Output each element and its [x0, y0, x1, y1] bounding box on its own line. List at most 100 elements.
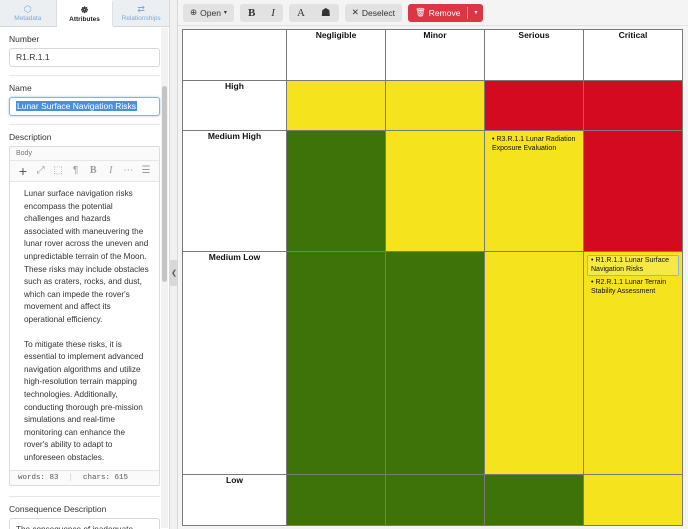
word-count: words: 83	[18, 474, 59, 482]
paragraph-icon[interactable]: ¶	[69, 165, 83, 177]
tab-attributes[interactable]: ☸ Attributes	[56, 0, 114, 26]
consequence-field-block: Consequence Description The consequence …	[0, 497, 169, 529]
text-style-group: B I	[239, 3, 283, 22]
matrix-cell[interactable]	[484, 251, 584, 476]
matrix-cell[interactable]	[385, 79, 485, 132]
matrix-cell[interactable]	[484, 474, 584, 526]
description-editor-toolbar: + ⤢ ⬚ ¶ B I ⋯ ☰	[10, 161, 159, 182]
matrix-header-row: Negligible Minor Serious Critical	[182, 29, 683, 81]
tag-icon: ⬡	[23, 4, 32, 14]
description-field-block: Description	[0, 125, 169, 142]
number-input[interactable]: R1.R.1.1	[9, 48, 160, 67]
matrix-cell[interactable]	[286, 79, 386, 132]
matrix-cell[interactable]	[286, 251, 386, 476]
matrix-cell[interactable]	[385, 130, 485, 253]
description-label: Description	[9, 132, 52, 142]
risk-item-selected[interactable]: • R1.R.1.1 Lunar Surface Navigation Risks	[587, 255, 679, 277]
bullet-icon: •	[492, 136, 495, 144]
fill-color-button[interactable]: ☗	[313, 4, 339, 22]
app-root: ⬡ Metadata ☸ Attributes ⇄ Relationships …	[0, 0, 688, 529]
matrix-cell[interactable]	[583, 130, 683, 253]
description-editor: Body + ⤢ ⬚ ¶ B I ⋯ ☰ Lunar surface navig…	[9, 146, 160, 486]
color-group: A ☗	[288, 3, 339, 22]
add-icon[interactable]: +	[16, 164, 30, 178]
risk-item[interactable]: • R2.R.1.1 Lunar Terrain Stability Assess…	[587, 277, 679, 298]
matrix-row: Medium High • R3.R.1.1 Lunar Radiation Exp…	[182, 130, 683, 253]
matrix-row: Medium Low • R1.R.1.1 Lunar Surface Naviga…	[182, 251, 683, 476]
matrix-cell[interactable]	[583, 79, 683, 132]
char-count: chars: 615	[83, 474, 129, 482]
align-icon[interactable]: ☰	[139, 165, 153, 177]
description-paragraph: Lunar surface navigation risks encompass…	[24, 189, 149, 324]
risk-matrix-table: Negligible Minor Serious Critical High Medium…	[182, 29, 683, 526]
deselect-group: ✕ Deselect	[344, 3, 402, 22]
deselect-button-label: Deselect	[361, 7, 395, 18]
matrix-column-header: Minor	[385, 29, 485, 81]
relationships-icon: ⇄	[137, 4, 145, 14]
matrix-row-header: Low	[182, 474, 287, 526]
expand-icon[interactable]: ⤢	[34, 165, 48, 177]
matrix-corner-cell	[182, 29, 287, 81]
consequence-input[interactable]: The consequence of inadequate navigation…	[9, 518, 160, 529]
italic-button[interactable]: I	[263, 4, 283, 22]
description-text-area[interactable]: Lunar surface navigation risks encompass…	[10, 182, 159, 470]
matrix-row: Low	[182, 474, 683, 526]
tab-metadata[interactable]: ⬡ Metadata	[0, 0, 57, 26]
matrix-cell[interactable]	[484, 79, 584, 132]
risk-item-label: R1.R.1.1 Lunar Surface Navigation Risks	[591, 257, 669, 273]
matrix-column-header: Critical	[583, 29, 683, 81]
matrix-row-header: Medium Low	[182, 251, 287, 476]
bold-icon[interactable]: B	[86, 165, 100, 177]
italic-icon[interactable]: I	[104, 165, 118, 177]
remove-group: 🗑 Remove ▾	[407, 3, 484, 22]
attributes-icon: ☸	[80, 5, 89, 15]
collapse-panel-handle[interactable]: ❮	[170, 260, 178, 286]
risk-item-label: R2.R.1.1 Lunar Terrain Stability Assessm…	[591, 279, 667, 295]
name-input[interactable]: Lunar Surface Navigation Risks	[9, 97, 160, 116]
risk-item-label: R3.R.1.1 Lunar Radiation Exposure Evalua…	[492, 136, 576, 153]
open-button-label: Open	[200, 7, 221, 18]
matrix-cell[interactable]: • R3.R.1.1 Lunar Radiation Exposure Evalu…	[484, 130, 584, 253]
tab-metadata-label: Metadata	[14, 15, 42, 22]
open-button[interactable]: ⊕ Open ▾	[183, 4, 234, 22]
deselect-button[interactable]: ✕ Deselect	[345, 4, 402, 22]
more-icon[interactable]: ⋯	[121, 165, 135, 177]
matrix-cell[interactable]	[385, 251, 485, 476]
matrix-column-header: Serious	[484, 29, 584, 81]
matrix-toolbar: ⊕ Open ▾ B I A ☗ ✕ Deselect 🗑 Remove ▾	[178, 0, 688, 26]
matrix-row-header: High	[182, 79, 287, 132]
chevron-left-icon: ❮	[171, 270, 177, 277]
matrix-cell[interactable]	[286, 130, 386, 253]
matrix-row-header: Medium High	[182, 130, 287, 253]
matrix-cell[interactable]	[385, 474, 485, 526]
bold-button[interactable]: B	[240, 4, 263, 22]
remove-button[interactable]: 🗑 Remove	[408, 4, 467, 22]
consequence-label: Consequence Description	[9, 504, 107, 514]
matrix-scroll-container: Negligible Minor Serious Critical High Medium…	[178, 26, 688, 529]
matrix-cell[interactable]: • R1.R.1.1 Lunar Surface Navigation Risks…	[583, 251, 683, 476]
tab-relationships[interactable]: ⇄ Relationships	[113, 0, 169, 26]
name-input-value: Lunar Surface Navigation Risks	[16, 101, 138, 111]
close-x-icon: ✕	[351, 7, 359, 17]
panel-splitter[interactable]: ❮	[170, 0, 178, 529]
left-properties-panel: ⬡ Metadata ☸ Attributes ⇄ Relationships …	[0, 0, 170, 529]
bullet-icon: •	[591, 257, 594, 265]
tab-relationships-label: Relationships	[121, 15, 161, 22]
name-field-block: Name Lunar Surface Navigation Risks	[0, 76, 169, 116]
remove-dropdown-button[interactable]: ▾	[468, 4, 483, 22]
description-paragraph: To mitigate these risks, it is essential…	[24, 339, 144, 462]
matrix-row: High	[182, 79, 683, 132]
matrix-cell[interactable]	[286, 474, 386, 526]
matrix-cell-items: • R1.R.1.1 Lunar Surface Navigation Risks…	[584, 252, 682, 298]
text-color-button[interactable]: A	[289, 4, 313, 22]
matrix-column-header: Negligible	[286, 29, 386, 81]
left-panel-scrollbar-thumb[interactable]	[162, 86, 167, 282]
stats-separator: |	[68, 474, 74, 482]
risk-item[interactable]: • R3.R.1.1 Lunar Radiation Exposure Evalu…	[488, 134, 580, 155]
open-group: ⊕ Open ▾	[183, 3, 234, 22]
open-circle-icon: ⊕	[190, 7, 198, 17]
comment-icon[interactable]: ⬚	[51, 165, 65, 177]
trash-icon: 🗑	[414, 7, 426, 17]
matrix-cell[interactable]	[583, 474, 683, 526]
description-stats: words: 83 | chars: 615	[10, 470, 159, 485]
